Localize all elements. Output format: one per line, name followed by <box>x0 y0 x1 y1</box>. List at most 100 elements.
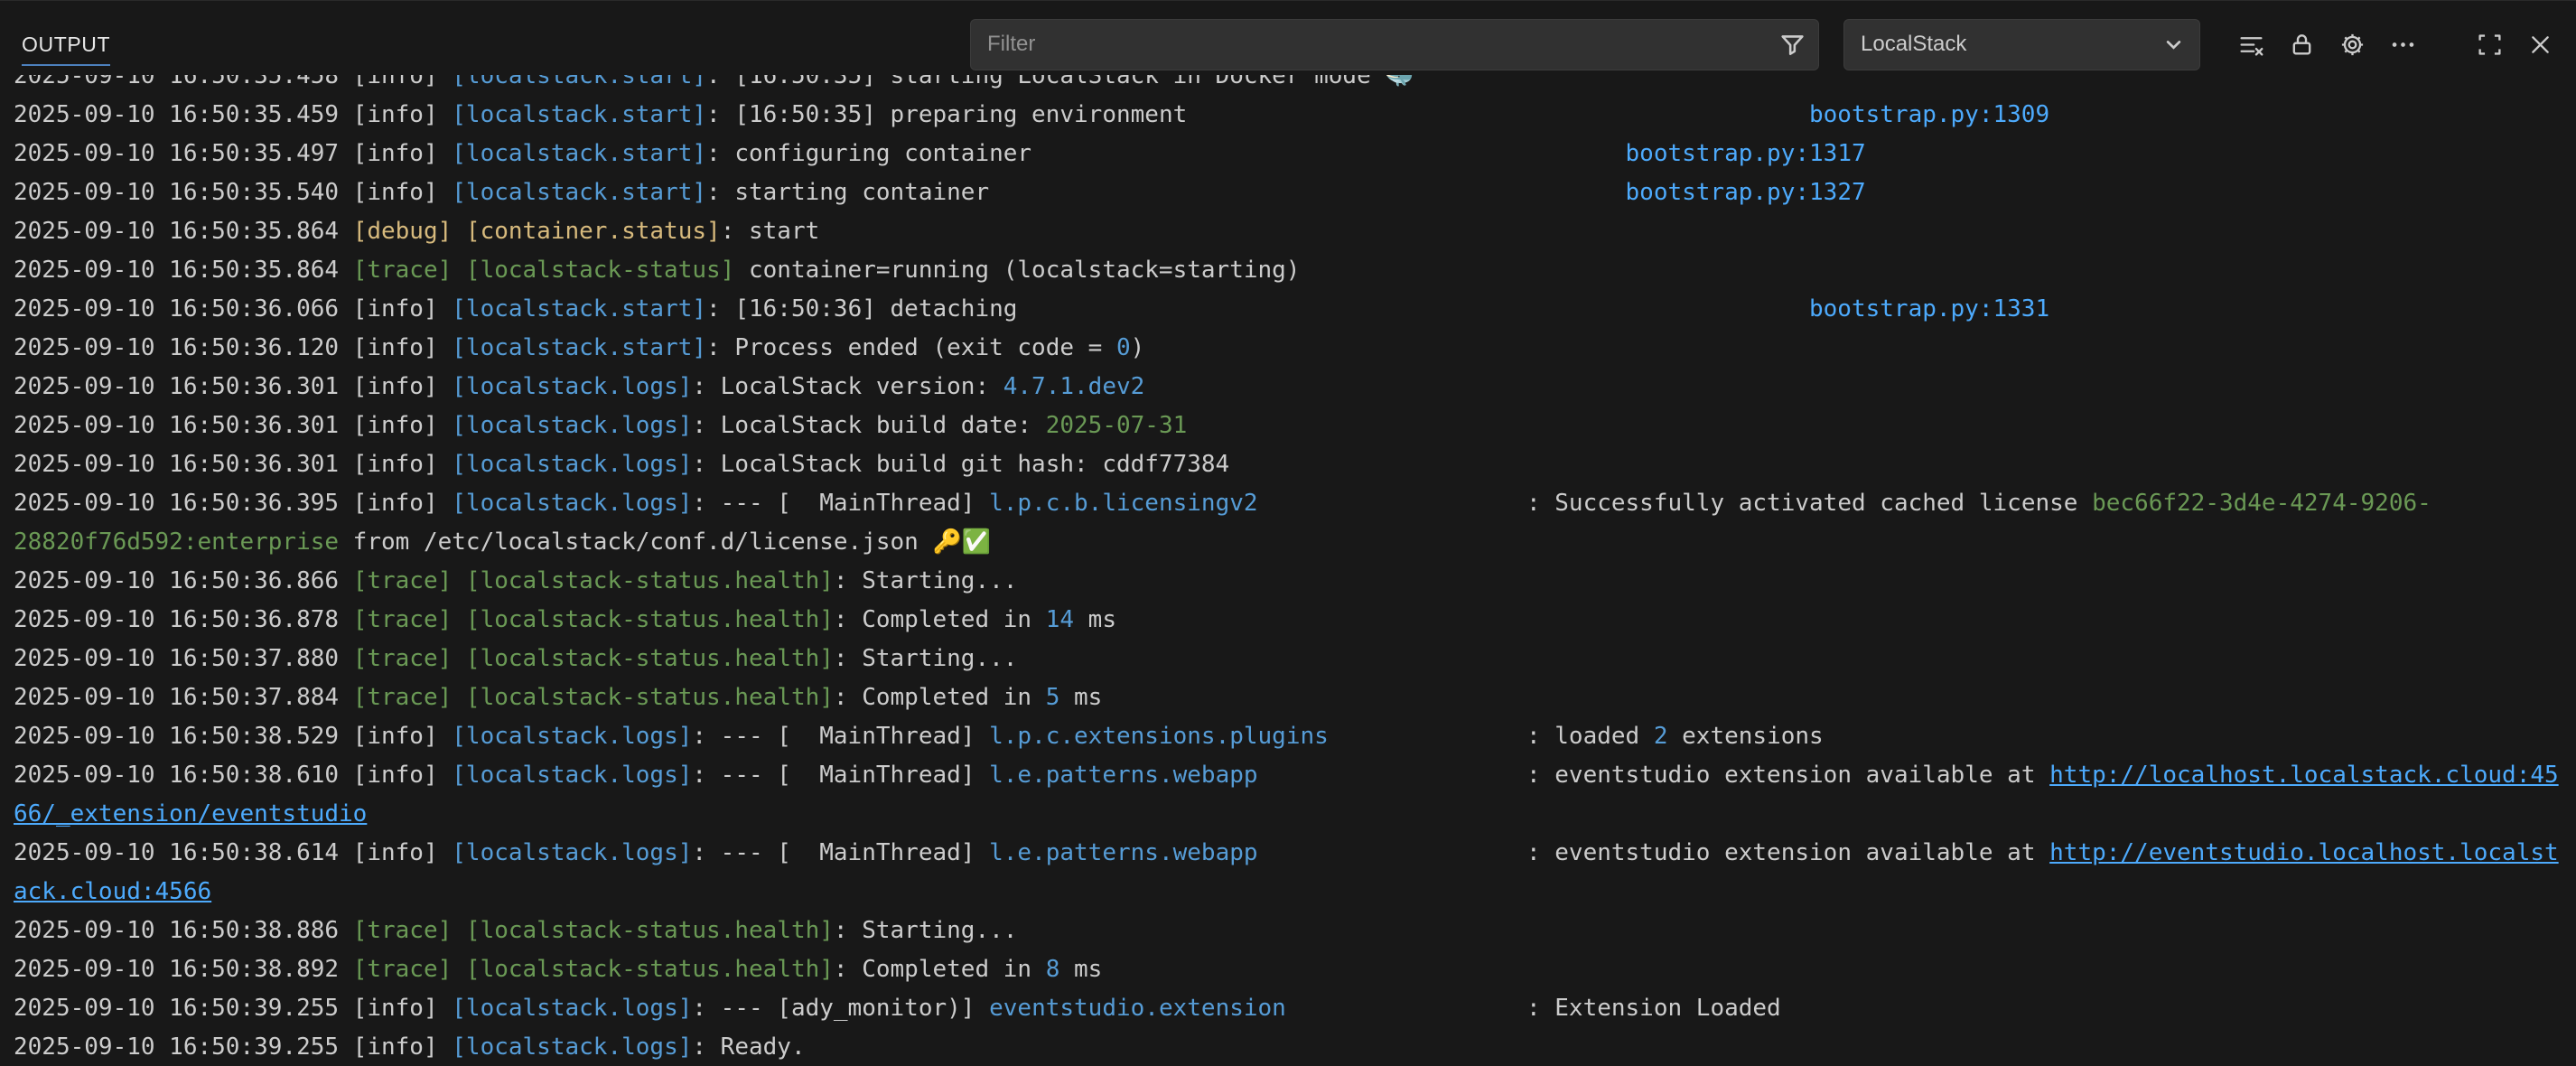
log-text: [localstack.logs] <box>452 723 692 750</box>
log-text: [trace] [localstack-status] <box>353 257 735 284</box>
log-line: 2025-09-10 16:50:35.540 [info] [localsta… <box>14 173 2562 212</box>
log-text: 2025-09-10 16:50:37.880 <box>14 645 353 672</box>
log-text: : --- [ady_monitor)] <box>692 995 989 1022</box>
settings-button[interactable] <box>2332 24 2372 64</box>
source-link[interactable]: bootstrap.py:1317 <box>1626 140 1866 167</box>
maximize-panel-button[interactable] <box>2469 24 2509 64</box>
source-link[interactable]: bootstrap.py:1331 <box>1809 295 2049 323</box>
log-padding <box>1258 762 1526 789</box>
log-text: : start <box>721 218 820 245</box>
log-text: 🐳 <box>1385 75 1414 89</box>
log-text: : LocalStack build date: <box>692 412 1045 439</box>
log-text: [localstack.start] <box>452 101 706 128</box>
log-text: : loaded <box>1526 723 1654 750</box>
log-text: [localstack.logs] <box>452 762 692 789</box>
log-text: : Completed in <box>834 606 1046 633</box>
log-text: [trace] [localstack-status.health] <box>353 956 834 983</box>
log-text: : Starting... <box>834 645 1018 672</box>
log-text: [localstack.logs] <box>452 412 692 439</box>
log-text: : LocalStack version: <box>692 373 1003 400</box>
filter-input[interactable] <box>976 32 1779 57</box>
tab-output-label: OUTPUT <box>22 33 110 56</box>
funnel-icon[interactable] <box>1779 32 1806 58</box>
log-text: : LocalStack build git hash: cddf77384 <box>692 451 1229 478</box>
log-text: 2025-09-10 16:50:36.120 [info] <box>14 334 452 361</box>
log-text: ms <box>1059 684 1102 711</box>
clear-all-icon <box>2238 32 2264 58</box>
log-line: 2025-09-10 16:50:36.866 [trace] [localst… <box>14 562 2562 601</box>
log-text: 2025-09-10 16:50:35.540 [info] <box>14 179 452 206</box>
log-padding <box>1017 295 1809 323</box>
log-padding <box>989 179 1625 206</box>
log-text: : [16:50:35] preparing environment <box>706 101 1187 128</box>
log-line: 2025-09-10 16:50:38.892 [trace] [localst… <box>14 950 2562 989</box>
ellipsis-icon <box>2390 32 2416 58</box>
log-text: 0 <box>1116 334 1131 361</box>
log-text: 2025-09-10 16:50:39.255 [info] <box>14 995 452 1022</box>
gear-icon <box>2339 32 2366 58</box>
log-text: [localstack.logs] <box>452 373 692 400</box>
log-text: [trace] [localstack-status.health] <box>353 645 834 672</box>
toolbar-actions <box>2220 24 2560 64</box>
log-line: 2025-09-10 16:50:35.497 [info] [localsta… <box>14 135 2562 173</box>
log-text: : Process ended (exit code = <box>706 334 1116 361</box>
log-text: : eventstudio extension available at <box>1526 762 2049 789</box>
log-text: 2025-07-31 <box>1046 412 1188 439</box>
lock-icon <box>2289 32 2315 58</box>
log-line: 2025-09-10 16:50:36.301 [info] [localsta… <box>14 368 2562 407</box>
log-padding <box>1258 490 1526 517</box>
log-text: [trace] [localstack-status.health] <box>353 567 834 594</box>
log-text: [localstack.start] <box>452 295 706 323</box>
log-text: 2 <box>1654 723 1668 750</box>
log-text: [localstack.logs] <box>452 1033 692 1061</box>
source-link[interactable]: bootstrap.py:1327 <box>1626 179 1866 206</box>
log-text: 14 <box>1046 606 1074 633</box>
log-text: 2025-09-10 16:50:36.301 [info] <box>14 412 452 439</box>
log-text: [trace] [localstack-status.health] <box>353 606 834 633</box>
log-text: 2025-09-10 16:50:36.395 [info] <box>14 490 452 517</box>
clear-output-button[interactable] <box>2231 24 2271 64</box>
log-text: : Extension Loaded <box>1526 995 1781 1022</box>
log-text: [localstack.start] <box>452 140 706 167</box>
log-text: [localstack.logs] <box>452 995 692 1022</box>
log-text: 2025-09-10 16:50:38.886 <box>14 917 353 944</box>
log-text: 2025-09-10 16:50:38.610 [info] <box>14 762 452 789</box>
log-text: [localstack.start] <box>452 75 706 89</box>
log-text: 2025-09-10 16:50:36.866 <box>14 567 353 594</box>
log-line: 2025-09-10 16:50:35.459 [info] [localsta… <box>14 96 2562 135</box>
log-text: l.p.c.extensions.plugins <box>989 723 1329 750</box>
output-panel-toolbar: OUTPUT LocalStack <box>0 1 2576 75</box>
output-channel-select[interactable]: LocalStack <box>1843 19 2200 70</box>
lock-autoscroll-button[interactable] <box>2282 24 2321 64</box>
log-text: from /etc/localstack/conf.d/license.json <box>339 528 932 556</box>
log-text: : [16:50:36] detaching <box>706 295 1017 323</box>
log-text: : --- [ MainThread] <box>692 490 989 517</box>
log-line: 2025-09-10 16:50:35.458 [info] [localsta… <box>14 75 2562 96</box>
log-line: 2025-09-10 16:50:36.395 [info] [localsta… <box>14 484 2562 562</box>
log-text: 2025-09-10 16:50:35.864 <box>14 218 353 245</box>
log-text: ) <box>1131 334 1145 361</box>
log-text: 5 <box>1046 684 1060 711</box>
more-actions-button[interactable] <box>2383 24 2422 64</box>
log-line: 2025-09-10 16:50:39.255 [info] [localsta… <box>14 1028 2562 1066</box>
tab-output[interactable]: OUTPUT <box>22 33 110 66</box>
log-text: ms <box>1074 606 1116 633</box>
close-panel-button[interactable] <box>2520 24 2560 64</box>
log-text: [localstack.start] <box>452 179 706 206</box>
log-padding <box>1031 140 1625 167</box>
log-text: 2025-09-10 16:50:38.614 [info] <box>14 839 452 866</box>
log-line: 2025-09-10 16:50:38.610 [info] [localsta… <box>14 756 2562 834</box>
log-line: 2025-09-10 16:50:36.301 [info] [localsta… <box>14 407 2562 445</box>
log-text: [trace] [localstack-status.health] <box>353 684 834 711</box>
log-text: 2025-09-10 16:50:36.301 [info] <box>14 373 452 400</box>
source-link[interactable]: bootstrap.py:1309 <box>1809 101 2049 128</box>
log-text: 2025-09-10 16:50:38.529 [info] <box>14 723 452 750</box>
log-padding <box>1286 995 1526 1022</box>
log-text: 2025-09-10 16:50:36.301 [info] <box>14 451 452 478</box>
log-line: 2025-09-10 16:50:39.255 [info] [localsta… <box>14 989 2562 1028</box>
log-text: 2025-09-10 16:50:37.884 <box>14 684 353 711</box>
chevron-down-icon <box>2161 32 2187 58</box>
log-padding <box>1258 839 1526 866</box>
log-text: ms <box>1059 956 1102 983</box>
log-text: : starting container <box>706 179 989 206</box>
